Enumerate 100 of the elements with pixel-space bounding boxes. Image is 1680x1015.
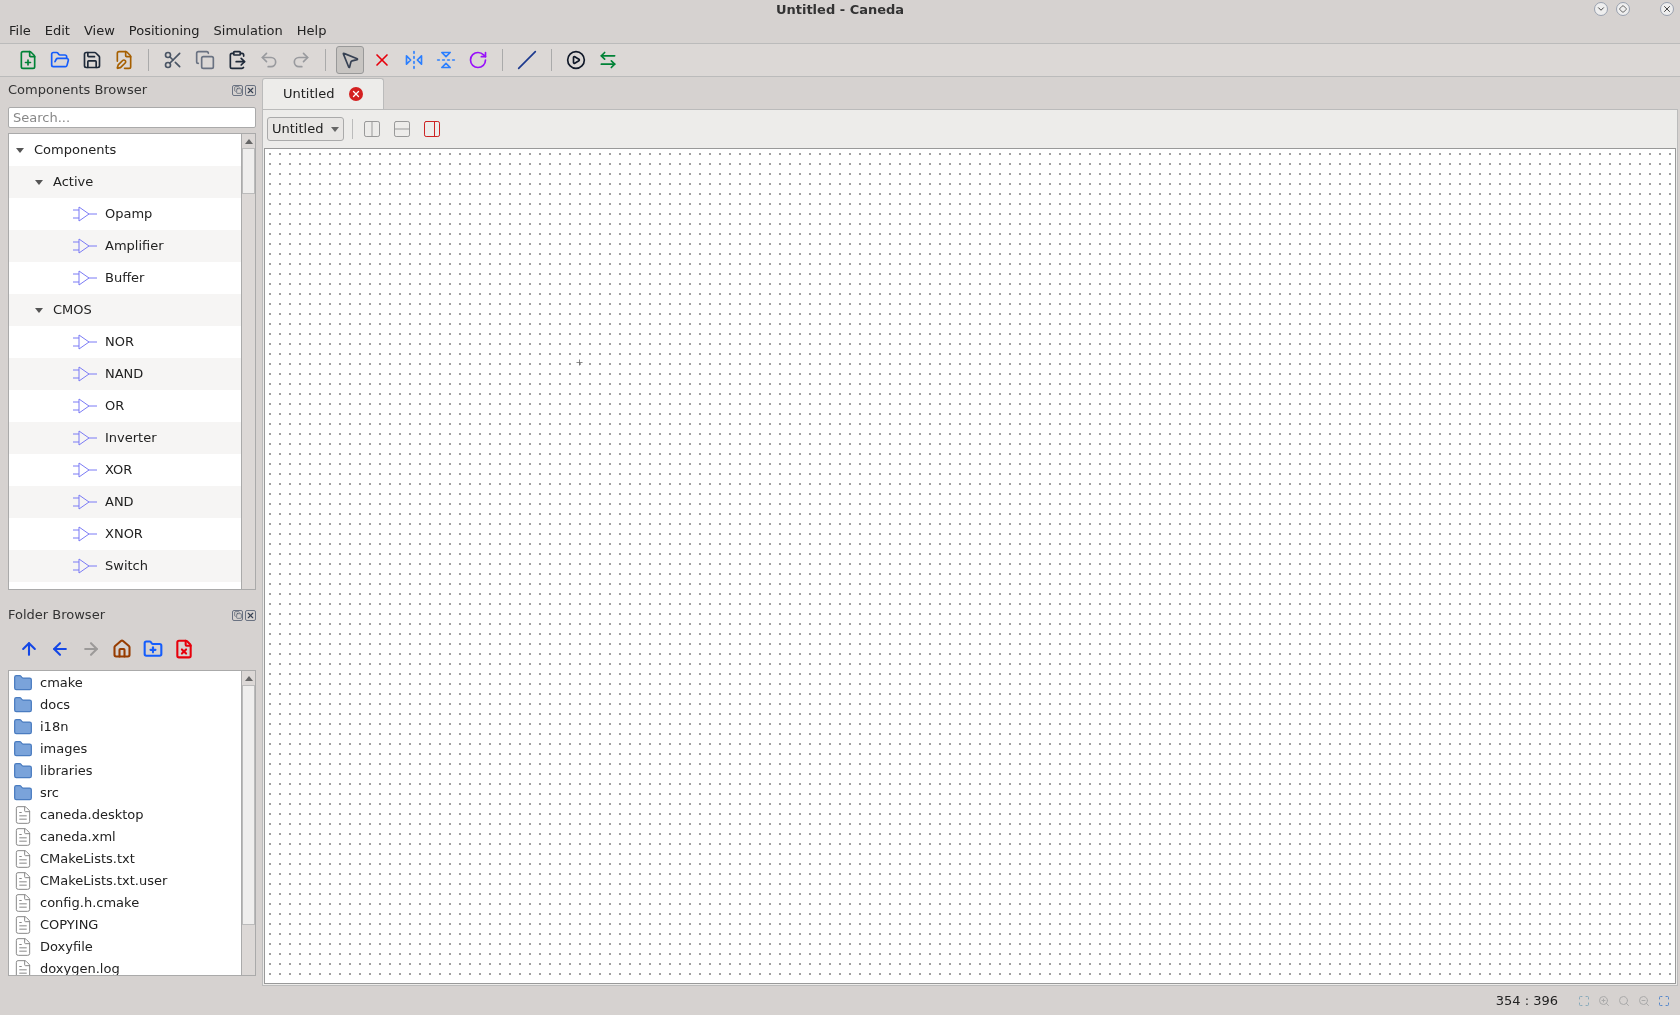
document-entry[interactable]: COPYING [9, 914, 241, 936]
float-button[interactable] [232, 84, 243, 96]
paste-icon [227, 50, 247, 70]
folder-entry[interactable]: src [9, 782, 241, 804]
panel-title: Folder Browser [8, 606, 105, 625]
pointer-icon [340, 50, 360, 70]
close-split-icon [422, 119, 443, 139]
open-folder-icon [50, 50, 70, 70]
component-item[interactable]: Amplifier [9, 230, 241, 262]
document-entry[interactable]: CMakeLists.txt.user [9, 870, 241, 892]
component-item[interactable]: NAND [9, 358, 241, 390]
new-file-icon [18, 50, 38, 70]
caret-icon [331, 126, 340, 132]
wire-icon [517, 50, 537, 70]
new-folder-icon [143, 639, 163, 659]
folder-toolbar-button[interactable] [142, 638, 164, 660]
split-rows-icon [392, 119, 413, 139]
component-symbol-icon [73, 237, 97, 255]
close-button[interactable] [245, 609, 256, 621]
cut-icon [163, 50, 183, 70]
folder-entry[interactable]: docs [9, 694, 241, 716]
menu-item[interactable]: Edit [44, 20, 70, 41]
folder-entry[interactable]: libraries [9, 760, 241, 782]
close-icon [1662, 4, 1672, 14]
float-button[interactable] [232, 609, 243, 621]
expand-arrow-icon[interactable] [34, 177, 44, 187]
mirror-vertical-icon [436, 50, 456, 70]
component-item[interactable]: Inverter [9, 422, 241, 454]
menu-item[interactable]: File [9, 20, 31, 41]
fit-icon [1578, 994, 1590, 1007]
menu-item[interactable]: Positioning [128, 20, 200, 41]
category-item[interactable]: CMOS [9, 294, 241, 326]
menu-item[interactable]: Simulation [213, 20, 283, 41]
window-close-button[interactable] [1660, 2, 1674, 16]
folder-icon [12, 783, 34, 803]
expand-arrow-icon[interactable] [15, 145, 25, 155]
component-symbol-icon [73, 205, 97, 223]
component-symbol-icon [73, 365, 97, 383]
home-icon [112, 639, 132, 659]
view-dropdown[interactable]: Untitled [267, 117, 345, 141]
arrows-icon [598, 50, 618, 70]
maximize-icon [1619, 5, 1627, 13]
scrollbar-thumb[interactable] [242, 148, 255, 194]
folder-toolbar-button[interactable] [111, 638, 133, 660]
component-symbol-icon [73, 269, 97, 287]
maximize-button[interactable] [1616, 2, 1630, 16]
component-symbol-icon [73, 525, 97, 543]
expand-arrow-icon[interactable] [34, 305, 44, 315]
search-field[interactable]: Search... [8, 107, 256, 128]
component-symbol-icon [73, 429, 97, 447]
document-entry[interactable]: CMakeLists.txt [9, 848, 241, 870]
folder-entry[interactable]: cmake [9, 672, 241, 694]
copy-icon [195, 50, 215, 70]
mirror-horizontal-icon [404, 50, 424, 70]
tab-close-icon[interactable] [349, 87, 364, 101]
save-as-icon [114, 50, 134, 70]
float-icon [233, 611, 242, 619]
component-item[interactable]: AND [9, 486, 241, 518]
rotate-icon [468, 50, 488, 70]
up-arrow-icon [19, 639, 39, 659]
folder-icon [12, 761, 34, 781]
scroll-up-arrow-icon [244, 138, 253, 144]
menu-item[interactable]: Help [296, 20, 327, 41]
schematic-canvas[interactable] [264, 148, 1676, 984]
folder-toolbar-button[interactable] [173, 638, 195, 660]
folder-entry[interactable]: i18n [9, 716, 241, 738]
folder-icon [12, 717, 34, 737]
crosshair-icon [575, 358, 584, 367]
scrollbar[interactable] [241, 671, 255, 975]
scrollbar[interactable] [241, 134, 255, 589]
split-columns-icon [362, 119, 383, 139]
document-entry[interactable]: caneda.xml [9, 826, 241, 848]
zoom-out-icon [1638, 994, 1650, 1007]
component-symbol-icon [73, 557, 97, 575]
menu-item[interactable]: View [83, 20, 115, 41]
minimize-button[interactable] [1594, 2, 1608, 16]
folder-entry[interactable]: images [9, 738, 241, 760]
component-item[interactable]: Switch [9, 550, 241, 582]
toolbar-button[interactable] [336, 46, 364, 74]
close-icon [246, 610, 255, 620]
document-tab[interactable]: Untitled [262, 78, 385, 109]
play-icon [566, 50, 586, 70]
folder-icon [12, 739, 34, 759]
scroll-up-arrow-icon [244, 675, 253, 681]
component-symbol-icon [73, 397, 97, 415]
folder-icon [12, 673, 34, 693]
document-entry[interactable]: caneda.desktop [9, 804, 241, 826]
zoom-icon [1618, 994, 1630, 1007]
category-item[interactable]: Active [9, 166, 241, 198]
component-symbol-icon [73, 333, 97, 351]
document-entry[interactable]: Doxyfile [9, 936, 241, 958]
zoom-in-icon [1598, 994, 1610, 1007]
scrollbar-thumb[interactable] [242, 685, 255, 925]
document-entry[interactable]: config.h.cmake [9, 892, 241, 914]
delete-file-icon [174, 639, 194, 659]
close-button[interactable] [245, 84, 256, 96]
undo-icon [259, 50, 279, 70]
close-icon [246, 85, 255, 95]
save-icon [82, 50, 102, 70]
component-symbol-icon [73, 461, 97, 479]
